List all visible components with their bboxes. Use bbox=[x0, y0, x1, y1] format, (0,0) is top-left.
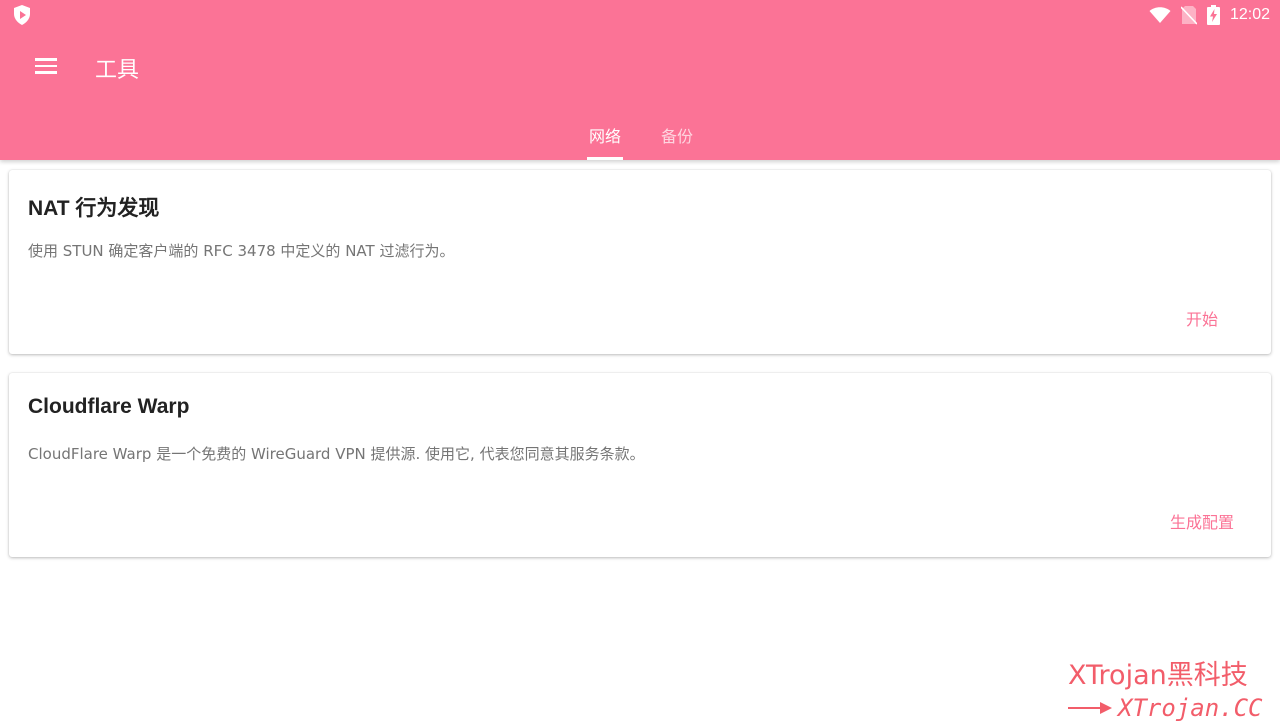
toolbar: 工具 bbox=[0, 30, 1280, 102]
no-sim-icon bbox=[1180, 6, 1197, 25]
watermark-line1: XTrojan黑科技 bbox=[1068, 660, 1248, 691]
status-time: 12:02 bbox=[1229, 6, 1270, 23]
card-description: CloudFlare Warp 是一个免费的 WireGuard VPN 提供源… bbox=[28, 445, 645, 463]
tab-network-label: 网络 bbox=[588, 127, 621, 146]
watermark-line2: XTrojan.CC bbox=[1118, 694, 1263, 722]
arrow-right-icon bbox=[1068, 702, 1112, 714]
shield-icon bbox=[14, 5, 30, 25]
status-right: 12:02 bbox=[1149, 4, 1270, 26]
card-title: NAT 行为发现 bbox=[28, 197, 160, 220]
tab-network[interactable]: 网络 bbox=[587, 110, 623, 160]
wifi-icon bbox=[1149, 7, 1171, 23]
tab-backup-label: 备份 bbox=[660, 127, 693, 146]
status-bar: 12:02 bbox=[0, 0, 1280, 30]
tab-indicator bbox=[587, 157, 623, 160]
card-title: Cloudflare Warp bbox=[28, 395, 190, 418]
app-bar: 12:02 工具 网络 备份 bbox=[0, 0, 1280, 160]
watermark: XTrojan黑科技 XTrojan.CC bbox=[1068, 653, 1268, 722]
menu-icon[interactable] bbox=[26, 46, 66, 86]
battery-charging-icon bbox=[1206, 5, 1220, 25]
nat-discovery-card: NAT 行为发现 使用 STUN 确定客户端的 RFC 3478 中定义的 NA… bbox=[9, 170, 1271, 354]
tab-backup[interactable]: 备份 bbox=[659, 110, 695, 160]
page-title: 工具 bbox=[95, 58, 140, 83]
generate-config-button[interactable]: 生成配置 bbox=[1170, 509, 1234, 533]
cloudflare-warp-card: Cloudflare Warp CloudFlare Warp 是一个免费的 W… bbox=[9, 373, 1271, 557]
watermark-line2-row: XTrojan.CC bbox=[1068, 694, 1268, 722]
card-description: 使用 STUN 确定客户端的 RFC 3478 中定义的 NAT 过滤行为。 bbox=[28, 242, 455, 260]
start-button[interactable]: 开始 bbox=[1186, 306, 1218, 330]
tab-bar: 网络 备份 bbox=[0, 110, 1280, 160]
